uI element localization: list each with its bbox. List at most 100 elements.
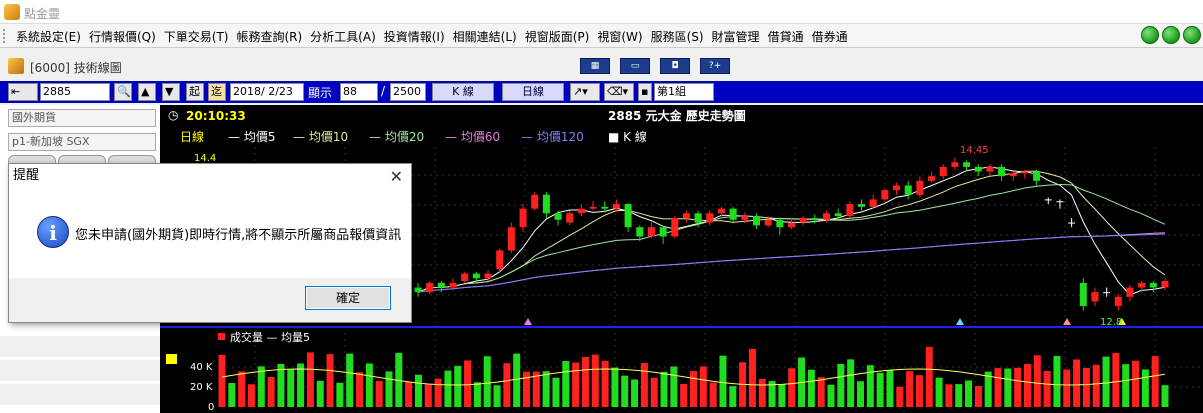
chart-time: 20:10:33 [186, 109, 246, 123]
close-icon[interactable]: ✕ [390, 167, 403, 186]
candle-body [426, 282, 434, 293]
menu-item[interactable]: 投資情報(I) [380, 28, 449, 45]
candle-body [577, 208, 585, 214]
volume-bar [581, 356, 589, 407]
list-item[interactable] [0, 359, 160, 381]
volume-bar [778, 384, 786, 407]
menu-item[interactable]: 視窗(W) [593, 28, 646, 45]
layout-button[interactable]: ▦ [580, 58, 610, 74]
menu-item[interactable]: 服務區(S) [647, 28, 708, 45]
volume-bar [277, 363, 285, 407]
menu-item[interactable]: 行情報價(Q) [85, 28, 160, 45]
candle-body [858, 204, 866, 207]
status-light-icon [1141, 26, 1159, 44]
candle-body [414, 287, 422, 293]
volume-bar [493, 385, 501, 407]
volume-bar [434, 378, 442, 407]
total-field[interactable]: 2500 [390, 83, 426, 101]
menu-item[interactable]: 分析工具(A) [306, 28, 380, 45]
candle-body [752, 216, 760, 226]
candle-body [1068, 222, 1076, 224]
date-field[interactable]: 2018/ 2/23 [230, 83, 304, 101]
candle-body [1114, 296, 1122, 307]
volume-toggle-icon[interactable] [166, 354, 177, 364]
volume-bar [464, 360, 472, 407]
search-icon[interactable]: 🔍 [114, 83, 132, 101]
candle-body [1044, 199, 1052, 201]
menu-item[interactable]: 系統設定(E) [12, 28, 85, 45]
candle-body [904, 185, 912, 195]
candle-body [589, 206, 597, 209]
volume-bar [690, 371, 697, 407]
candle-body [974, 166, 982, 172]
candle-body [472, 273, 480, 279]
menu-item[interactable]: 視窗版面(P) [521, 28, 594, 45]
volume-bar [925, 346, 933, 407]
list-item[interactable] [0, 335, 160, 357]
ok-button[interactable]: 確定 [305, 286, 391, 310]
print-button[interactable]: ▭ [620, 58, 650, 74]
candle-body [928, 176, 936, 181]
save-icon[interactable]: ▪ [638, 83, 652, 101]
app-title: 點金靈 [24, 7, 61, 21]
volume-bar [1082, 367, 1090, 407]
candle-body [939, 166, 947, 177]
down-arrow-button[interactable]: ▼ [162, 83, 180, 101]
volume-bar [238, 371, 246, 407]
group-select[interactable]: 第1組 [654, 83, 714, 101]
moving-average-line [417, 232, 1166, 293]
dialog-message: 您未申請(國外期貨)即時行情,將不顯示所屬商品報價資訊 [75, 228, 402, 243]
period-dropdown[interactable]: 日線 [502, 83, 564, 101]
volume-bar [414, 374, 422, 407]
menu-grip-icon [3, 29, 9, 43]
volume-bar [1132, 360, 1140, 407]
up-arrow-button[interactable]: ▲ [138, 83, 156, 101]
volume-bar [719, 355, 727, 407]
list-item[interactable] [0, 383, 160, 405]
volume-bar [267, 377, 275, 407]
menu-item[interactable]: 相關連結(L) [449, 28, 521, 45]
window-bar: [6000] 技術線圖 ▦ ▭ ◘ ?+ [0, 55, 1203, 79]
contract-select[interactable]: p1-新加坡 SGX [8, 133, 156, 151]
menu-item[interactable]: 下單交易(T) [160, 28, 233, 45]
volume-tick: 40 K [190, 362, 213, 373]
volume-bar [316, 380, 324, 407]
end-button[interactable]: 迄 [208, 83, 226, 101]
volume-tick: 0 [208, 402, 214, 413]
window-icon [8, 58, 24, 74]
kline-dropdown[interactable]: K 線 [432, 83, 494, 101]
market-select[interactable]: 國外期貨 [8, 109, 156, 127]
volume-bar [1004, 368, 1012, 407]
volume-bar [631, 379, 639, 407]
volume-tick: 20 K [190, 382, 213, 393]
help-button[interactable]: ?+ [700, 58, 730, 74]
volume-bar [856, 381, 864, 407]
eraser-tool[interactable]: ⌫▾ [604, 83, 634, 101]
volume-bar [513, 353, 521, 407]
menu-item[interactable]: 借貸通 [764, 28, 808, 45]
back-button[interactable]: ⇤ [8, 83, 38, 101]
volume-bar [876, 372, 884, 407]
display-count-field[interactable]: 88 [340, 83, 378, 101]
link-button[interactable]: ◘ [660, 58, 690, 74]
candle-body [764, 219, 772, 226]
candle-body [542, 194, 550, 214]
menu-items: 系統設定(E) 行情報價(Q) 下單交易(T) 帳務查詢(R) 分析工具(A) 投資情報(… [12, 28, 852, 45]
chart-title: 2885 元大金 歷史走勢圖 [608, 108, 746, 123]
symbol-select[interactable]: 2885 [40, 83, 110, 101]
volume-bar [1063, 369, 1071, 407]
menu-item[interactable]: 帳務查詢(R) [232, 28, 306, 45]
start-button[interactable]: 起 [186, 83, 204, 101]
app-logo-icon [4, 4, 20, 20]
title-bar: 點金靈 [0, 0, 1203, 24]
menu-item[interactable]: 借券通 [808, 28, 852, 45]
volume-bar [346, 353, 354, 407]
volume-bar [228, 382, 236, 407]
candle-body [461, 273, 469, 282]
candle-body [834, 213, 842, 217]
draw-line-tool[interactable]: ↗▾ [570, 83, 600, 101]
volume-bar [906, 371, 914, 407]
candle-body [881, 190, 889, 200]
menu-item[interactable]: 財富管理 [708, 28, 764, 45]
legend-item: ■ K 線 [608, 129, 647, 144]
